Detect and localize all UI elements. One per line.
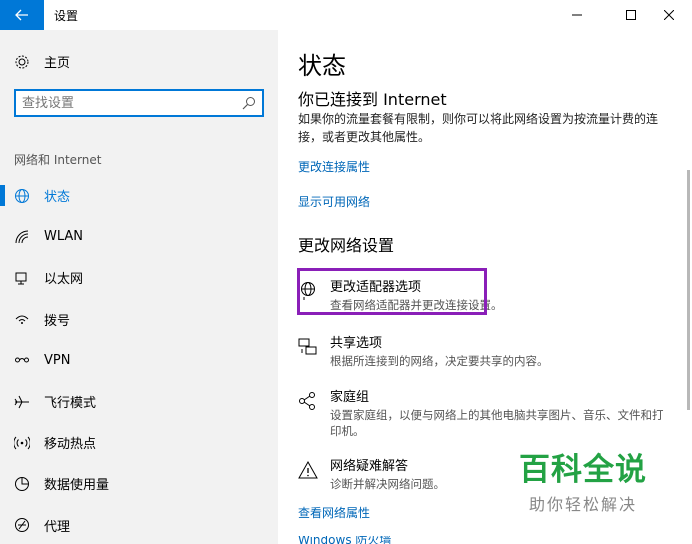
sidebar-item-wlan[interactable]: WLAN	[0, 216, 278, 257]
globe-icon	[14, 188, 30, 204]
back-arrow-icon	[15, 9, 28, 21]
scrollbar[interactable]	[687, 170, 690, 410]
hotspot-icon	[14, 435, 30, 451]
sidebar-item-airplane[interactable]: 飞行模式	[0, 381, 278, 422]
sidebar-item-label: 移动热点	[44, 437, 97, 453]
show-available-networks-link[interactable]: 显示可用网络	[298, 193, 370, 210]
sidebar-item-label: 状态	[44, 190, 71, 206]
option-homegroup[interactable]: 家庭组 设置家庭组，以便与网络上的其他电脑共享图片、音乐、文件和打印机。	[298, 389, 670, 439]
search-input[interactable]	[22, 91, 232, 115]
ethernet-icon	[14, 270, 30, 286]
nav-list: 状态 WLAN 以太网 拨号 VPN 飞行模式 移动热点 数据使用量 代理	[0, 175, 278, 544]
connected-description: 如果你的流量套餐有限制，则你可以将此网络设置为按流量计费的连接，或者更改其他属性…	[298, 112, 659, 144]
sidebar: 主页 网络和 Internet 状态 WLAN 以太网	[0, 30, 278, 544]
sidebar-item-hotspot[interactable]: 移动热点	[0, 422, 278, 463]
vpn-icon	[14, 352, 30, 368]
option-sharing[interactable]: 共享选项 根据所连接到的网络，决定要共享的内容。	[298, 335, 670, 369]
sidebar-item-status[interactable]: 状态	[0, 175, 278, 216]
change-network-settings-heading: 更改网络设置	[298, 236, 395, 255]
search-icon[interactable]	[242, 96, 256, 110]
minimize-button[interactable]	[554, 0, 600, 30]
proxy-icon	[14, 517, 30, 533]
watermark: 百科全说 助你轻松解决	[508, 444, 658, 515]
option-title: 家庭组	[330, 390, 370, 405]
view-network-properties-link[interactable]: 查看网络属性	[298, 504, 370, 521]
data-usage-icon	[14, 476, 30, 492]
sidebar-item-home[interactable]: 主页	[14, 52, 70, 71]
option-description: 设置家庭组，以便与网络上的其他电脑共享图片、音乐、文件和打印机。	[330, 408, 664, 438]
watermark-subtitle: 助你轻松解决	[528, 495, 637, 514]
watermark-title: 百科全说	[519, 452, 647, 488]
search-box	[14, 89, 264, 117]
window-title: 设置	[54, 9, 79, 23]
sidebar-item-data-usage[interactable]: 数据使用量	[0, 463, 278, 504]
back-button[interactable]	[0, 0, 44, 30]
sidebar-item-vpn[interactable]: VPN	[0, 340, 278, 381]
maximize-icon	[626, 10, 636, 20]
sidebar-item-dialup[interactable]: 拨号	[0, 299, 278, 340]
sidebar-item-label: 拨号	[44, 313, 71, 329]
sidebar-item-label: 以太网	[44, 272, 84, 288]
warning-icon	[298, 458, 318, 482]
sidebar-item-label: 代理	[44, 519, 71, 535]
section-label: 网络和 Internet	[14, 153, 102, 167]
page-title: 状态	[298, 52, 346, 80]
airplane-icon	[14, 394, 30, 410]
option-title: 共享选项	[330, 336, 383, 351]
firewall-link[interactable]: Windows 防火墙	[298, 536, 391, 544]
minimize-icon	[572, 14, 582, 16]
gear-icon	[15, 55, 29, 68]
dialup-icon	[14, 311, 30, 327]
sidebar-item-label: 主页	[44, 56, 71, 71]
sidebar-item-label: 数据使用量	[44, 478, 110, 494]
title-bar: 设置	[0, 0, 692, 30]
highlight-box	[297, 268, 487, 315]
sidebar-item-proxy[interactable]: 代理	[0, 505, 278, 544]
sidebar-item-ethernet[interactable]: 以太网	[0, 257, 278, 298]
change-connection-properties-link[interactable]: 更改连接属性	[298, 158, 370, 175]
sidebar-item-label: WLAN	[44, 229, 84, 245]
option-description: 根据所连接到的网络，决定要共享的内容。	[330, 354, 549, 368]
wifi-icon	[14, 229, 30, 245]
homegroup-icon	[298, 389, 318, 413]
sidebar-item-label: 飞行模式	[44, 396, 97, 412]
close-icon	[664, 10, 674, 20]
close-button[interactable]	[646, 0, 692, 30]
sharing-icon	[298, 335, 318, 359]
sidebar-item-label: VPN	[44, 352, 71, 368]
connected-heading: 你已连接到 Internet	[298, 90, 447, 109]
